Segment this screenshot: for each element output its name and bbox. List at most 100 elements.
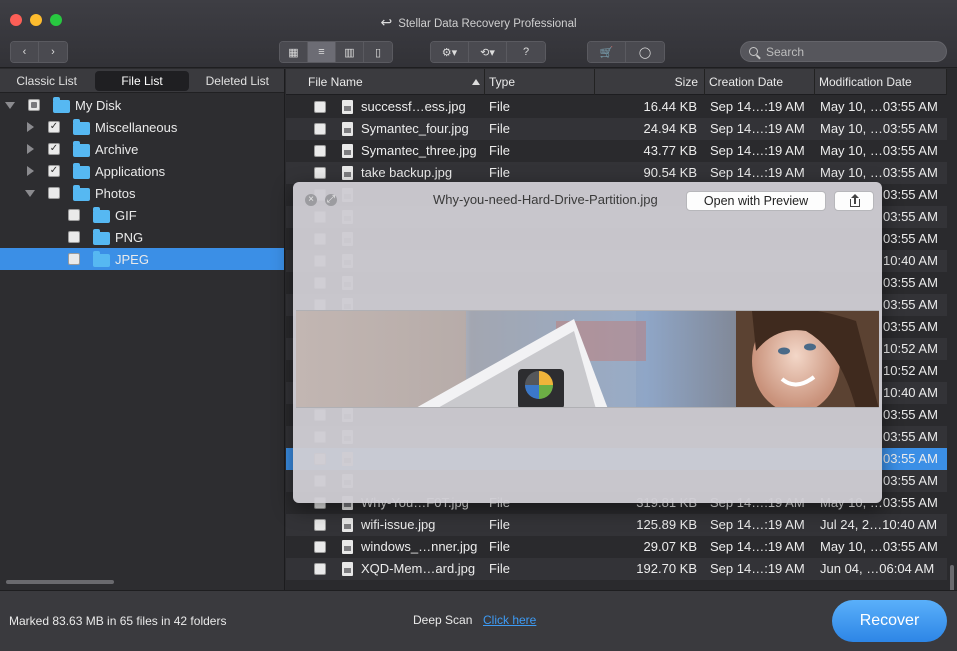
column-view-button[interactable]: ▥ (336, 42, 364, 62)
quicklook-filename: Why-you-need-Hard-Drive-Partition.jpg (433, 192, 658, 207)
tree-item-label: My Disk (75, 97, 122, 113)
creation-date-cell: Sep 14…:19 AM (710, 539, 805, 554)
disclosure-triangle[interactable] (25, 190, 35, 197)
status-bar: Marked 83.63 MB in 65 files in 42 folder… (0, 590, 957, 651)
tab-deleted-list[interactable]: Deleted List (191, 69, 284, 93)
search-input[interactable]: Search (740, 41, 947, 62)
open-with-preview-button[interactable]: Open with Preview (686, 191, 826, 211)
tree-checkbox[interactable] (68, 209, 80, 221)
folder-icon (53, 97, 70, 113)
recover-button[interactable]: Recover (832, 600, 947, 642)
tree-item-my-disk[interactable]: My Disk (0, 94, 284, 116)
folder-icon (73, 141, 90, 157)
row-checkbox[interactable] (314, 123, 326, 135)
tree-item-miscellaneous[interactable]: ✓ Miscellaneous (0, 116, 284, 138)
file-name-cell: Symantec_four.jpg (361, 121, 469, 136)
share-icon-arrowhead (851, 194, 859, 198)
modification-date-cell: 03:55 AM (883, 297, 938, 312)
image-preview (296, 310, 879, 408)
disclosure-triangle[interactable] (27, 122, 34, 132)
column-header-type[interactable]: Type (485, 69, 595, 95)
table-row[interactable]: windows_…nner.jpg File 29.07 KB Sep 14…:19 … (286, 536, 947, 558)
table-row[interactable]: take backup.jpg File 90.54 KB Sep 14…:19 AM… (286, 162, 947, 184)
file-size-cell: 29.07 KB (643, 539, 698, 554)
image-file-icon (342, 540, 353, 554)
column-header-size[interactable]: Size (595, 69, 705, 95)
row-checkbox[interactable] (314, 167, 326, 179)
folder-icon (73, 163, 90, 179)
search-placeholder: Search (766, 44, 805, 59)
table-row[interactable]: successf…ess.jpg File 16.44 KB Sep 14…:19 A… (286, 96, 947, 118)
tab-file-list[interactable]: File List (95, 70, 189, 91)
gear-icon: ⚙▾ (441, 46, 458, 59)
row-checkbox[interactable] (314, 145, 326, 157)
table-row[interactable]: Symantec_four.jpg File 24.94 KB Sep 14…:19 … (286, 118, 947, 140)
icon-view-button[interactable]: ▦ (280, 42, 308, 62)
row-checkbox[interactable] (314, 101, 326, 113)
disclosure-triangle[interactable] (27, 144, 34, 154)
forward-button[interactable]: › (39, 42, 67, 62)
help-button[interactable]: ? (507, 42, 545, 62)
quicklook-close-button[interactable]: × (305, 194, 317, 206)
table-row[interactable]: Symantec_three.jpg File 43.77 KB Sep 14…:19… (286, 140, 947, 162)
user-icon: ◯ (638, 46, 652, 59)
file-name-cell: XQD-Mem…ard.jpg (361, 561, 476, 576)
title-bar: ↩ Stellar Data Recovery Professional ‹ › … (0, 0, 957, 68)
tree-item-gif[interactable]: GIF (0, 204, 284, 226)
tree-item-label: Miscellaneous (95, 119, 178, 135)
quicklook-fullscreen-button[interactable]: ⤢ (325, 194, 337, 206)
column-header-creation-date[interactable]: Creation Date (705, 69, 815, 95)
columns-icon: ▥ (344, 46, 355, 59)
tree-checkbox[interactable]: ✓ (48, 121, 60, 133)
row-checkbox[interactable] (314, 541, 326, 553)
modification-date-cell: 10:40 AM (883, 385, 938, 400)
modification-date-cell: 10:52 AM (883, 341, 938, 356)
undo-arrow-icon: ↩ (380, 14, 393, 30)
list-view-button[interactable]: ≡ (308, 42, 336, 62)
tree-checkbox[interactable]: ✓ (48, 165, 60, 177)
preview-image-graphic (296, 311, 879, 407)
column-header-modification-date[interactable]: Modification Date (815, 69, 947, 95)
tree-checkbox[interactable] (68, 231, 80, 243)
tree-item-jpeg[interactable]: JPEG (0, 248, 284, 270)
row-checkbox[interactable] (314, 519, 326, 531)
tree-item-archive[interactable]: ✓ Archive (0, 138, 284, 160)
folder-icon (93, 251, 110, 267)
share-button[interactable] (834, 191, 874, 211)
folder-icon (93, 229, 110, 245)
tree-checkbox[interactable] (48, 187, 60, 199)
tree-item-photos[interactable]: Photos (0, 182, 284, 204)
coverflow-view-button[interactable]: ▯ (364, 42, 392, 62)
history-menu-button[interactable]: ⟲▾ (469, 42, 507, 62)
sidebar: Classic List File List Deleted List My D… (0, 69, 285, 590)
tree-checkbox[interactable]: ✓ (48, 143, 60, 155)
settings-menu-button[interactable]: ⚙▾ (431, 42, 469, 62)
back-button[interactable]: ‹ (11, 42, 39, 62)
tree-checkbox[interactable] (28, 99, 40, 111)
table-row[interactable]: XQD-Mem…ard.jpg File 192.70 KB Sep 14…:19 A… (286, 558, 947, 580)
tree-item-applications[interactable]: ✓ Applications (0, 160, 284, 182)
file-size-cell: 192.70 KB (636, 561, 697, 576)
tree-item-png[interactable]: PNG (0, 226, 284, 248)
modification-date-cell: May 10, …03:55 AM (820, 143, 938, 158)
image-file-icon (342, 166, 353, 180)
user-button[interactable]: ◯ (626, 42, 664, 62)
file-name-cell: windows_…nner.jpg (361, 539, 478, 554)
column-header-file-name[interactable]: File Name (286, 69, 485, 95)
table-row[interactable]: wifi-issue.jpg File 125.89 KB Sep 14…:19 AM… (286, 514, 947, 536)
disclosure-triangle[interactable] (5, 102, 15, 109)
file-type-cell: File (489, 561, 510, 576)
table-vertical-scrollbar[interactable] (947, 95, 957, 605)
modification-date-cell: 03:55 AM (883, 187, 938, 202)
row-checkbox[interactable] (314, 563, 326, 575)
tab-classic-list[interactable]: Classic List (0, 69, 93, 93)
disclosure-triangle[interactable] (27, 166, 34, 176)
creation-date-cell: Sep 14…:19 AM (710, 143, 805, 158)
modification-date-cell: May 10, …03:55 AM (820, 165, 938, 180)
cart-button[interactable]: 🛒 (588, 42, 626, 62)
grid-icon: ▦ (288, 46, 299, 59)
view-mode-switcher: ▦ ≡ ▥ ▯ (279, 41, 393, 63)
sidebar-horizontal-scrollbar[interactable] (6, 580, 114, 584)
deep-scan-link[interactable]: Click here (483, 613, 536, 627)
tree-checkbox[interactable] (68, 253, 80, 265)
